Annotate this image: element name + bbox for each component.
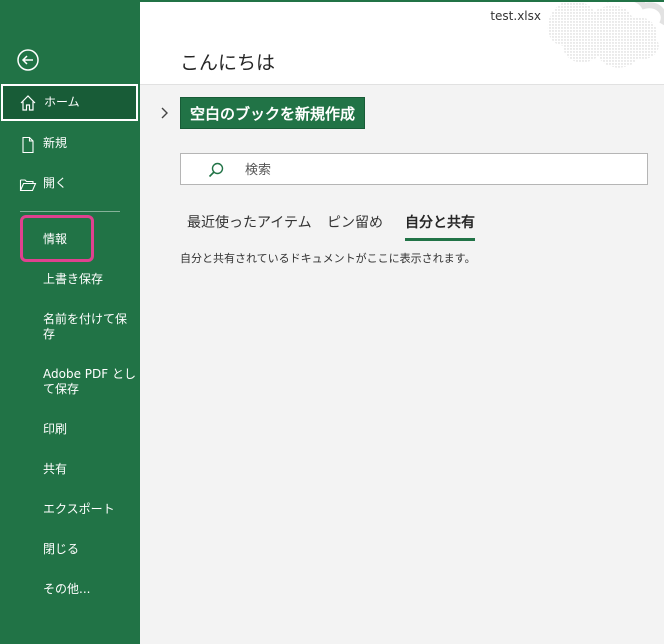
sidebar-item-save-as-adobe-pdf[interactable]: Adobe PDF として保存: [0, 367, 138, 397]
home-icon: [19, 94, 37, 112]
sidebar-item-label: Adobe PDF として保存: [43, 367, 136, 396]
sidebar-item-label: 閉じる: [43, 542, 80, 556]
sidebar-item-more[interactable]: その他...: [0, 582, 140, 597]
sidebar-item-open[interactable]: 開く: [0, 176, 140, 194]
sidebar-item-close[interactable]: 閉じる: [0, 542, 140, 557]
sidebar-divider: [20, 211, 120, 212]
search-input[interactable]: [243, 158, 627, 182]
tab-recent[interactable]: 最近使ったアイテム: [187, 212, 312, 238]
tab-shared-with-me[interactable]: 自分と共有: [405, 212, 475, 241]
sidebar-item-export[interactable]: エクスポート: [0, 502, 140, 517]
backstage-header: test.xlsx こんにちは: [140, 0, 664, 85]
sidebar-item-label: その他...: [43, 582, 91, 596]
sidebar-item-label: ホーム: [44, 95, 80, 109]
header-accent-line: [140, 0, 664, 2]
sidebar-item-home[interactable]: ホーム: [1, 84, 138, 121]
header-decoration: [547, 0, 664, 68]
sidebar-item-label: 新規: [43, 136, 68, 150]
sidebar-item-label: 上書き保存: [43, 272, 104, 286]
new-document-icon: [19, 136, 37, 154]
sidebar-item-label: 開く: [43, 176, 68, 190]
chevron-right-icon[interactable]: [160, 105, 170, 119]
open-folder-icon: [19, 176, 37, 194]
sidebar-item-label: エクスポート: [43, 502, 115, 516]
empty-state-message: 自分と共有されているドキュメントがここに表示されます。: [180, 252, 476, 265]
search-icon: [207, 161, 225, 179]
sidebar-item-label: 情報: [43, 232, 68, 246]
sidebar-item-label: 名前を付けて保存: [43, 312, 128, 341]
sidebar-item-save-as[interactable]: 名前を付けて保存: [0, 312, 130, 342]
window-filename: test.xlsx: [490, 9, 541, 23]
sidebar-item-print[interactable]: 印刷: [0, 422, 140, 437]
sidebar-item-label: 共有: [43, 462, 68, 476]
new-blank-workbook-button[interactable]: 空白のブックを新規作成: [180, 97, 366, 129]
sidebar-item-info[interactable]: 情報: [0, 232, 140, 247]
search-box[interactable]: [180, 153, 648, 185]
back-arrow-icon[interactable]: [16, 48, 40, 72]
sidebar-item-share[interactable]: 共有: [0, 462, 140, 477]
sidebar-item-save[interactable]: 上書き保存: [0, 272, 140, 287]
backstage-sidebar: ホーム 新規 開く 情報 上書き保存 名前を付けて保存 Adobe PDF とし…: [0, 0, 140, 644]
sidebar-item-label: 印刷: [43, 422, 68, 436]
page-title: こんにちは: [180, 52, 276, 74]
tab-pinned[interactable]: ピン留め: [327, 212, 383, 238]
sidebar-item-new[interactable]: 新規: [0, 136, 140, 154]
